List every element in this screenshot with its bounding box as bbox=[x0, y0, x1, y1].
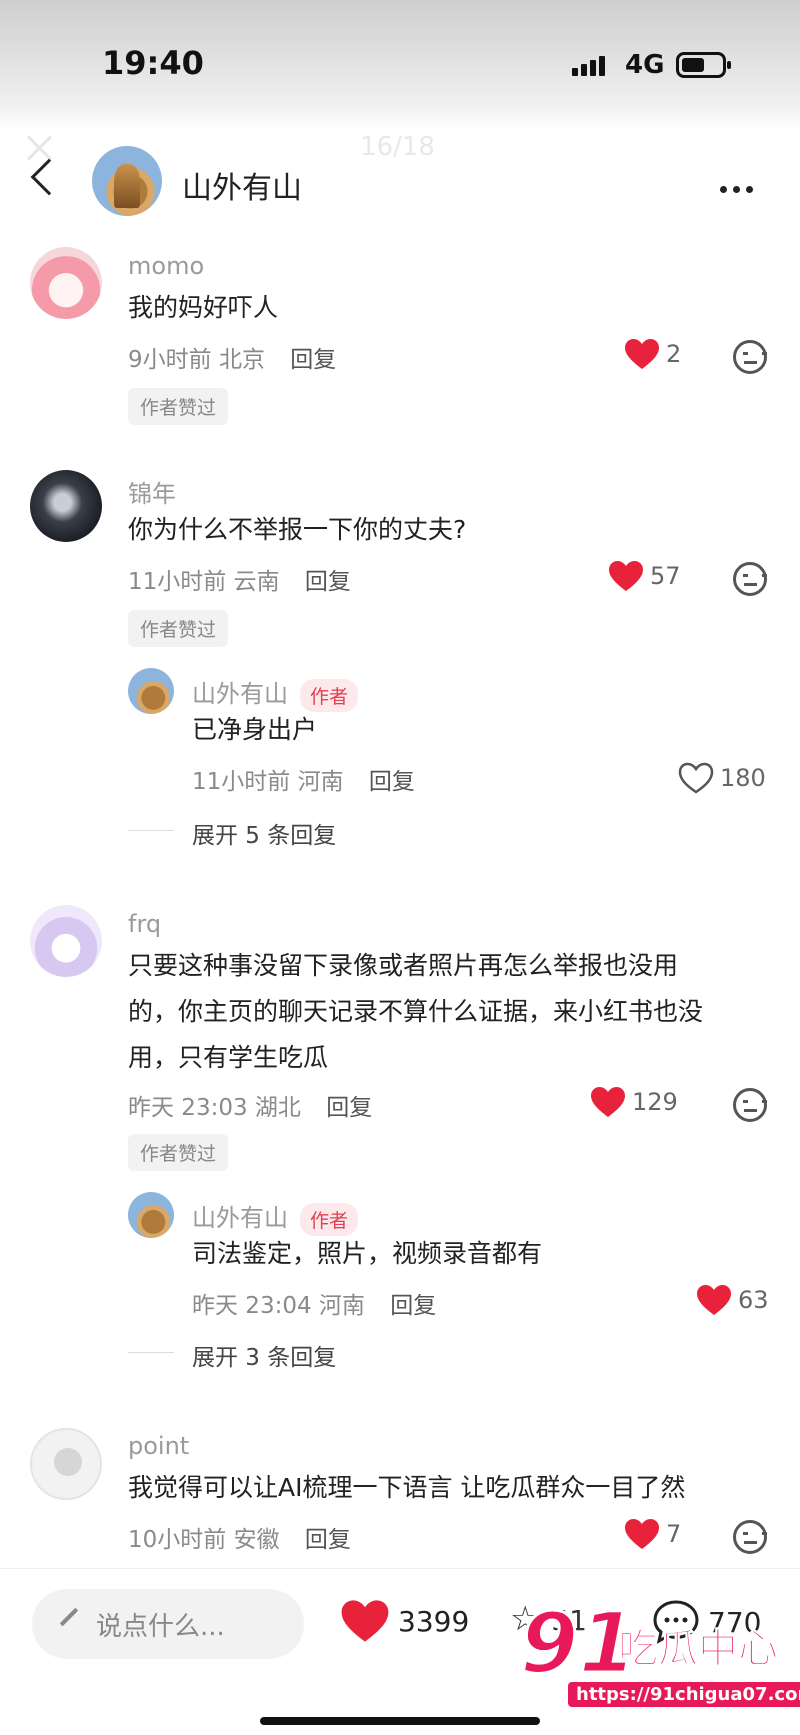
reply-username[interactable]: 山外有山 作者 bbox=[192, 1198, 359, 1236]
signal-icon bbox=[572, 56, 608, 76]
heart-outline-icon bbox=[678, 762, 714, 794]
avatar[interactable] bbox=[30, 247, 102, 319]
comment-meta: 9小时前 北京 回复 bbox=[128, 340, 336, 374]
comment-time: 11小时前 bbox=[128, 569, 227, 595]
author-liked-badge: 作者赞过 bbox=[128, 388, 229, 425]
reply-meta: 11小时前 河南 回复 bbox=[192, 762, 415, 796]
reply-text: 司法鉴定，照片，视频录音都有 bbox=[192, 1239, 543, 1268]
post-like-count: 3399 bbox=[398, 1604, 470, 1638]
author-tag: 作者 bbox=[300, 1202, 359, 1236]
comment-text: 我觉得可以让AI梳理一下语言 让吃瓜群众一目了然 bbox=[128, 1473, 686, 1502]
reply-button[interactable]: 回复 bbox=[290, 347, 336, 373]
comment-meta: 10小时前 安徽 回复 bbox=[128, 1520, 351, 1554]
comment-location: 安徽 bbox=[233, 1527, 280, 1553]
emoji-react-icon[interactable] bbox=[733, 1520, 767, 1554]
reply-meta: 昨天 23:04 河南 回复 bbox=[192, 1286, 436, 1320]
comment-meta: 昨天 23:03 湖北 回复 bbox=[128, 1088, 372, 1122]
reply-time: 昨天 23:04 bbox=[192, 1293, 312, 1319]
like-count: 180 bbox=[720, 764, 766, 792]
reply-time: 11小时前 bbox=[192, 769, 291, 795]
network-label: 4G bbox=[625, 50, 665, 80]
heart-icon bbox=[625, 339, 659, 369]
avatar[interactable] bbox=[30, 1428, 102, 1500]
divider bbox=[128, 830, 174, 831]
author-liked-badge: 作者赞过 bbox=[128, 1134, 229, 1171]
reply-button[interactable]: 回复 bbox=[326, 1095, 372, 1121]
status-bar: 19:40 4G 16/18 bbox=[0, 0, 800, 162]
more-icon[interactable] bbox=[720, 178, 759, 197]
header-title[interactable]: 山外有山 bbox=[182, 163, 302, 207]
post-like-button[interactable]: 3399 bbox=[340, 1599, 469, 1643]
emoji-react-icon[interactable] bbox=[733, 1088, 767, 1122]
reply-button[interactable]: 回复 bbox=[305, 569, 351, 595]
like-button[interactable]: 2 bbox=[624, 338, 681, 370]
status-time: 19:40 bbox=[102, 44, 204, 82]
expand-replies-button[interactable]: 展开 3 条回复 bbox=[192, 1338, 336, 1372]
emoji-react-icon[interactable] bbox=[733, 340, 767, 374]
reply-username-text: 山外有山 bbox=[192, 680, 288, 708]
like-button[interactable]: 129 bbox=[590, 1086, 678, 1118]
reply-button[interactable]: 回复 bbox=[369, 769, 415, 795]
expand-replies-button[interactable]: 展开 5 条回复 bbox=[192, 816, 336, 850]
like-count: 7 bbox=[666, 1520, 682, 1548]
watermark: 91 吃瓜中心 https://91chigua07.com bbox=[519, 1593, 800, 1720]
heart-icon bbox=[697, 1285, 731, 1315]
header-avatar[interactable] bbox=[92, 146, 162, 216]
heart-icon bbox=[341, 1600, 389, 1642]
avatar[interactable] bbox=[30, 905, 102, 977]
watermark-name: 吃瓜中心 bbox=[618, 1626, 779, 1673]
comment-text-line: 只要这种事没留下录像或者照片再怎么举报也没用 bbox=[128, 951, 679, 980]
divider bbox=[128, 1352, 174, 1353]
reply-username[interactable]: 山外有山 作者 bbox=[192, 674, 359, 712]
reply-username-text: 山外有山 bbox=[192, 1204, 288, 1232]
reply-text: 已净身出户 bbox=[192, 715, 318, 744]
reply-location: 河南 bbox=[297, 769, 344, 795]
comment-text: 我的妈好吓人 bbox=[128, 293, 279, 322]
avatar[interactable] bbox=[128, 1192, 174, 1238]
like-button[interactable]: 57 bbox=[608, 560, 681, 592]
back-icon[interactable] bbox=[30, 158, 68, 196]
comment-location: 云南 bbox=[233, 569, 280, 595]
comment-username[interactable]: frq bbox=[128, 910, 161, 938]
heart-icon bbox=[609, 561, 643, 591]
reply-button[interactable]: 回复 bbox=[305, 1527, 351, 1553]
comment-username[interactable]: 锦年 bbox=[128, 474, 176, 509]
heart-icon bbox=[625, 1519, 659, 1549]
comment-time: 昨天 23:03 bbox=[128, 1095, 248, 1121]
like-count: 129 bbox=[632, 1088, 678, 1116]
image-counter: 16/18 bbox=[360, 132, 435, 162]
watermark-url: https://91chigua07.com bbox=[568, 1682, 800, 1707]
comment-location: 北京 bbox=[218, 347, 265, 373]
like-button[interactable]: 7 bbox=[624, 1518, 681, 1550]
comment-text: 你为什么不举报一下你的丈夫? bbox=[128, 515, 467, 544]
comment-text-line: 的，你主页的聊天记录不算什么证据，来小红书也没 bbox=[128, 997, 704, 1026]
comment-time: 10小时前 bbox=[128, 1527, 227, 1553]
close-icon[interactable] bbox=[24, 132, 56, 164]
avatar[interactable] bbox=[30, 470, 102, 542]
author-liked-badge: 作者赞过 bbox=[128, 610, 229, 647]
like-count: 2 bbox=[666, 340, 682, 368]
comment-username[interactable]: momo bbox=[128, 252, 204, 280]
home-indicator[interactable] bbox=[260, 1717, 540, 1725]
like-button[interactable]: 180 bbox=[678, 762, 766, 794]
comment-username[interactable]: point bbox=[128, 1432, 189, 1460]
like-count: 63 bbox=[738, 1286, 769, 1314]
comment-location: 湖北 bbox=[254, 1095, 301, 1121]
like-button[interactable]: 63 bbox=[696, 1284, 769, 1316]
avatar[interactable] bbox=[128, 668, 174, 714]
emoji-react-icon[interactable] bbox=[733, 562, 767, 596]
comment-input[interactable]: 说点什么... bbox=[32, 1589, 304, 1659]
comment-meta: 11小时前 云南 回复 bbox=[128, 562, 351, 596]
reply-location: 河南 bbox=[318, 1293, 365, 1319]
reply-button[interactable]: 回复 bbox=[390, 1293, 436, 1319]
comment-time: 9小时前 bbox=[128, 347, 212, 373]
battery-icon bbox=[676, 52, 731, 78]
heart-icon bbox=[591, 1087, 625, 1117]
comment-text-line: 用，只有学生吃瓜 bbox=[128, 1043, 329, 1072]
like-count: 57 bbox=[650, 562, 681, 590]
author-tag: 作者 bbox=[300, 678, 359, 712]
